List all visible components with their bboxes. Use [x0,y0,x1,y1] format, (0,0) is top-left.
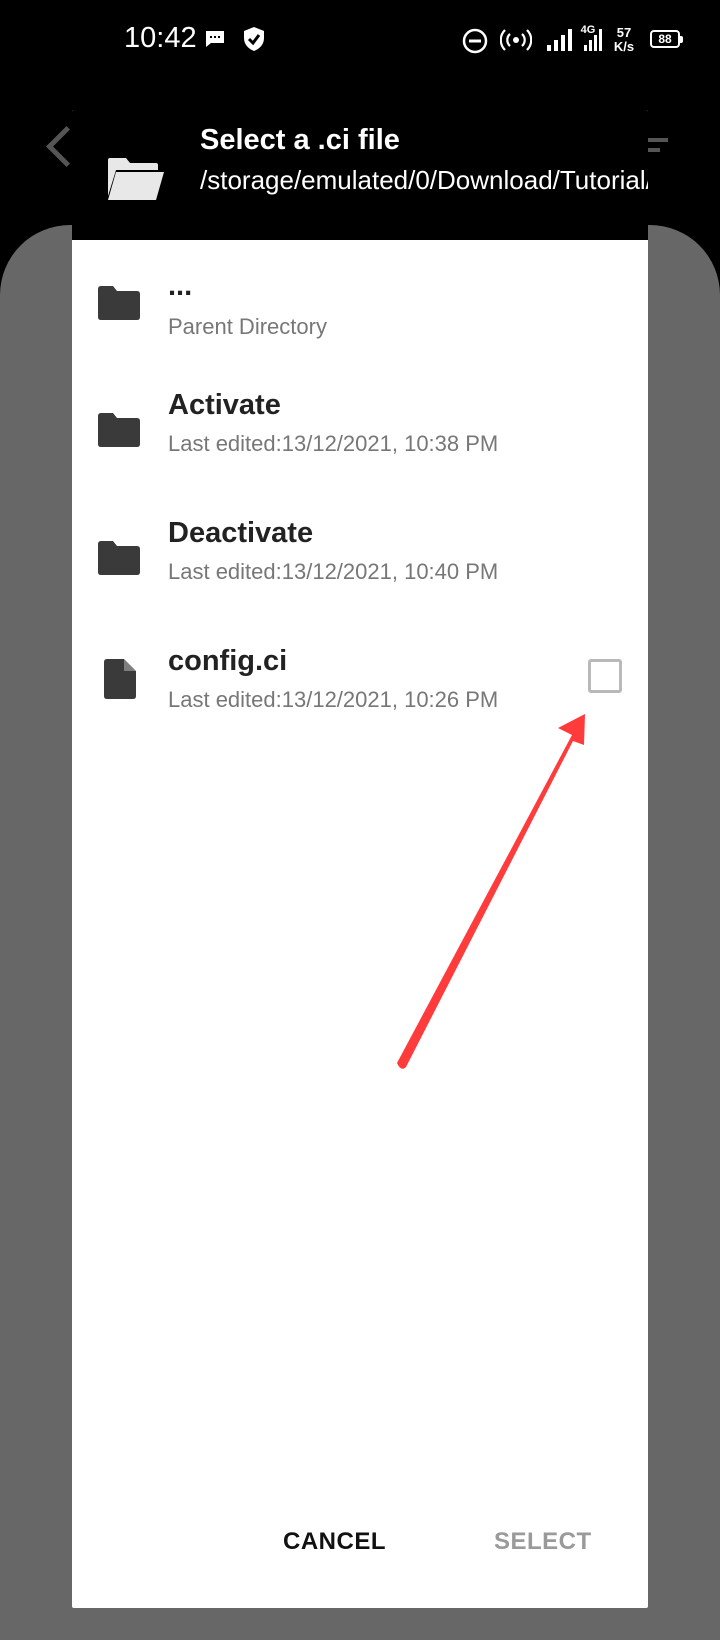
item-name: ... [168,270,193,302]
item-name: Deactivate [168,517,314,549]
item-subtitle: Last edited:13/12/2021, 10:26 PM [168,687,499,712]
signal-4g-icon [584,29,602,51]
cancel-button[interactable]: CANCEL [283,1528,386,1556]
dnd-icon [462,28,488,54]
current-path: /storage/emulated/0/Download/Tutorial/My… [200,165,648,195]
item-name: config.ci [168,645,288,677]
status-time: 10:42 [124,22,197,54]
file-picker-dialog: Select a .ci file /storage/emulated/0/Do… [72,110,648,1608]
hotspot-icon [500,29,532,51]
folder-icon [98,541,140,575]
folder-icon [98,413,140,447]
item-subtitle: Parent Directory [168,314,327,339]
dialog-title: Select a .ci file [200,124,400,156]
open-folder-icon [108,158,164,200]
folder-icon [98,286,140,320]
signal-icon [547,29,572,51]
file-icon [104,659,136,699]
item-subtitle: Last edited:13/12/2021, 10:40 PM [168,559,499,584]
list-item-file[interactable]: config.ci Last edited:13/12/2021, 10:26 … [72,621,648,741]
speed-unit: K/s [613,39,635,54]
shield-icon [244,27,264,51]
message-icon [206,31,224,47]
list-item-folder[interactable]: Deactivate Last edited:13/12/2021, 10:40… [72,493,648,613]
battery-icon: 88 [650,30,683,48]
select-button[interactable]: SELECT [494,1528,592,1556]
status-bar: 10:42 4G 57 K/s 88 [0,0,720,80]
item-name: Activate [168,389,281,421]
select-file-checkbox[interactable] [588,659,622,693]
speed-value: 57 [616,25,632,40]
list-item-parent-directory[interactable]: ... Parent Directory [72,240,648,360]
item-subtitle: Last edited:13/12/2021, 10:38 PM [168,431,499,456]
dialog-header: Select a .ci file /storage/emulated/0/Do… [72,110,648,240]
list-item-folder[interactable]: Activate Last edited:13/12/2021, 10:38 P… [72,365,648,485]
